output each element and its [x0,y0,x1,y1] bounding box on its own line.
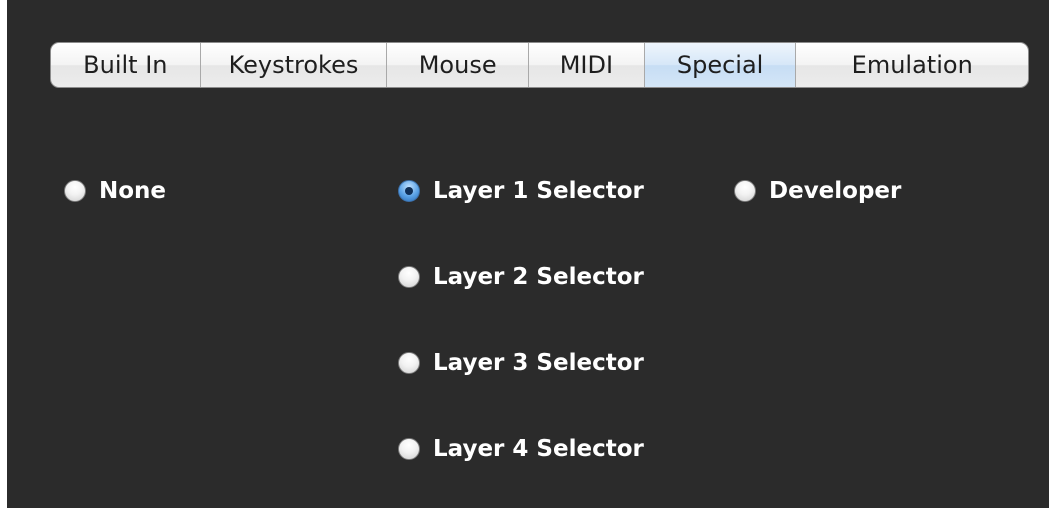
action-type-tabbar: Built In Keystrokes Mouse MIDI Special E… [50,42,1029,88]
radio-button-layer-2-selector[interactable] [398,266,420,288]
radio-layer-2-selector[interactable]: Layer 2 Selector [398,264,644,290]
tab-keystrokes[interactable]: Keystrokes [201,43,388,87]
radio-button-layer-3-selector[interactable] [398,352,420,374]
special-action-panel: Built In Keystrokes Mouse MIDI Special E… [7,0,1049,508]
tab-special[interactable]: Special [644,43,797,87]
radio-none[interactable]: None [64,178,166,204]
tab-mouse[interactable]: Mouse [387,43,530,87]
radio-label-layer-3-selector: Layer 3 Selector [433,350,644,376]
radio-button-developer[interactable] [734,180,756,202]
radio-label-layer-2-selector: Layer 2 Selector [433,264,644,290]
radio-label-developer: Developer [769,178,902,204]
radio-button-layer-4-selector[interactable] [398,438,420,460]
radio-button-none[interactable] [64,180,86,202]
radio-label-none: None [99,178,167,204]
tab-emulation[interactable]: Emulation [796,43,1028,87]
radio-button-layer-1-selector[interactable] [398,180,420,202]
radio-layer-4-selector[interactable]: Layer 4 Selector [398,436,644,462]
radio-label-layer-1-selector: Layer 1 Selector [433,178,644,204]
radio-layer-3-selector[interactable]: Layer 3 Selector [398,350,644,376]
tab-built-in[interactable]: Built In [51,43,201,87]
radio-developer[interactable]: Developer [734,178,901,204]
tab-midi[interactable]: MIDI [529,43,645,87]
radio-layer-1-selector[interactable]: Layer 1 Selector [398,178,644,204]
radio-label-layer-4-selector: Layer 4 Selector [433,436,644,462]
